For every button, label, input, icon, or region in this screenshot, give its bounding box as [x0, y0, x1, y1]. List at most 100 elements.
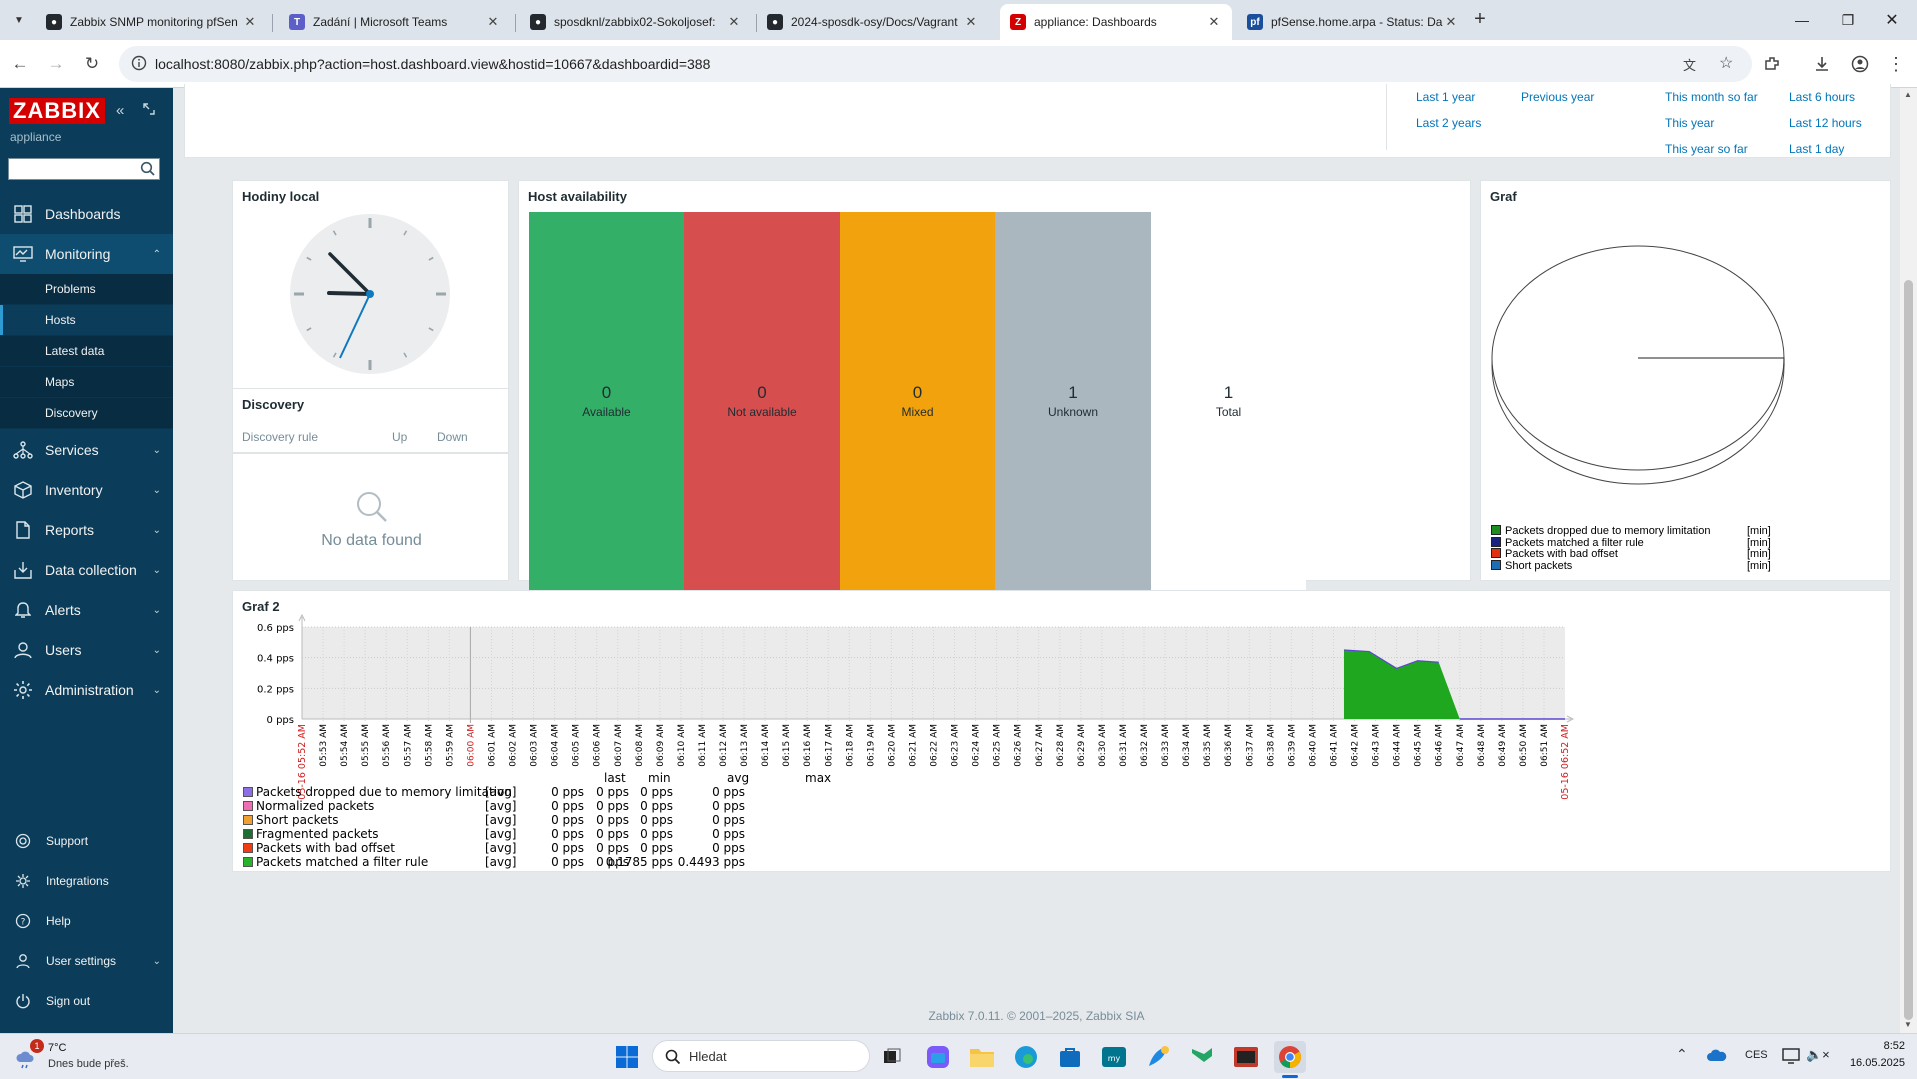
menu-monitoring[interactable]: Monitoring ⌃	[0, 234, 173, 274]
download-icon[interactable]	[1810, 52, 1834, 76]
period-last-1-day[interactable]: Last 1 day	[1789, 142, 1844, 156]
submenu-discovery[interactable]: Discovery	[0, 398, 173, 429]
availability-not-available[interactable]: 0 Not available	[684, 212, 840, 590]
chrome-icon[interactable]	[1274, 1041, 1306, 1073]
collapse-sidebar-icon[interactable]: «	[116, 102, 124, 119]
address-bar[interactable]: localhost:8080/zabbix.php?action=host.da…	[119, 46, 1752, 82]
mysql-workbench-icon[interactable]: my	[1098, 1041, 1130, 1073]
close-tab-icon[interactable]: ✕	[1206, 14, 1222, 30]
edge-icon[interactable]	[1010, 1041, 1042, 1073]
menu-integrations[interactable]: Integrations	[0, 861, 173, 901]
page-scrollbar[interactable]: ▲ ▼	[1900, 88, 1917, 1033]
profile-icon[interactable]	[1848, 52, 1872, 76]
close-tab-icon[interactable]: ✕	[726, 14, 742, 30]
browser-tab[interactable]: pf pfSense.home.arpa - Status: Da ✕	[1237, 4, 1469, 40]
scrollbar-thumb[interactable]	[1904, 280, 1913, 1020]
file-explorer-icon[interactable]	[966, 1041, 998, 1073]
menu-user-settings[interactable]: User settings ⌄	[0, 941, 173, 981]
close-tab-icon[interactable]: ✕	[242, 14, 258, 30]
availability-mixed[interactable]: 0 Mixed	[840, 212, 995, 590]
office-app-icon[interactable]	[922, 1041, 954, 1073]
availability-total[interactable]: 1 Total	[1151, 212, 1306, 590]
volume-muted-icon[interactable]: 🔈×	[1806, 1047, 1830, 1063]
availability-available[interactable]: 0 Available	[529, 212, 684, 590]
menu-support[interactable]: Support	[0, 821, 173, 861]
network-icon[interactable]	[1782, 1048, 1800, 1064]
browser-tab[interactable]: T Zadání | Microsoft Teams ✕	[279, 4, 511, 40]
zabbix-logo[interactable]: ZABBIX	[9, 98, 105, 124]
period-last-6-hours[interactable]: Last 6 hours	[1789, 90, 1855, 104]
weather-widget[interactable]: 1 7°C Dnes bude přeš.	[10, 1038, 180, 1076]
language-indicator[interactable]: CES	[1745, 1049, 1768, 1061]
browser-menu-icon[interactable]: ⋮	[1884, 52, 1908, 76]
browser-tab[interactable]: ● Zabbix SNMP monitoring pfSen ✕	[36, 4, 268, 40]
browser-tab[interactable]: Zappliance: Dashboards ✕	[1000, 4, 1232, 40]
menu-dashboards[interactable]: Dashboards	[0, 194, 173, 234]
column-discovery-rule[interactable]: Discovery rule	[242, 430, 318, 444]
label: Mixed	[901, 405, 934, 419]
menu-sign-out[interactable]: Sign out	[0, 981, 173, 1021]
clock-time[interactable]: 8:52	[1845, 1040, 1905, 1052]
menu-inventory[interactable]: Inventory ⌄	[0, 470, 173, 510]
extensions-icon[interactable]	[1760, 52, 1784, 76]
support-icon	[12, 833, 34, 849]
pie-legend-item: Packets dropped due to memory limitation…	[1491, 525, 1771, 537]
clock-date[interactable]: 16.05.2025	[1835, 1057, 1905, 1069]
terminal-app-icon[interactable]	[1230, 1041, 1262, 1073]
tab-search-button[interactable]: ▼	[8, 9, 30, 31]
submenu-hosts[interactable]: Hosts	[0, 305, 173, 336]
period-last-1-year[interactable]: Last 1 year	[1416, 90, 1475, 104]
kiosk-mode-icon[interactable]	[142, 102, 156, 116]
browser-tab[interactable]: ● 2024-sposdk-osy/Docs/Vagrant ✕	[757, 4, 989, 40]
taskbar-search[interactable]: Hledat	[652, 1040, 870, 1072]
menu-administration[interactable]: Administration ⌄	[0, 670, 173, 710]
bookmark-star-icon[interactable]: ☆	[1719, 53, 1733, 73]
search-icon[interactable]	[140, 161, 156, 177]
browser-tab[interactable]: ● sposdknl/zabbix02-Sokoljosef: ✕	[520, 4, 752, 40]
close-window-icon[interactable]: ✕	[1880, 8, 1904, 32]
tray-overflow-icon[interactable]: ⌃	[1676, 1046, 1688, 1063]
period-previous-year[interactable]: Previous year	[1521, 90, 1594, 104]
store-icon[interactable]	[1054, 1041, 1086, 1073]
menu-services[interactable]: Services ⌄	[0, 430, 173, 470]
period-last-12-hours[interactable]: Last 12 hours	[1789, 116, 1862, 130]
menu-data-collection[interactable]: Data collection ⌄	[0, 550, 173, 590]
close-tab-icon[interactable]: ✕	[963, 14, 979, 30]
submenu-latest-data[interactable]: Latest data	[0, 336, 173, 367]
period-this-month-so-far[interactable]: This month so far	[1665, 90, 1758, 104]
scroll-up-icon[interactable]: ▲	[1904, 90, 1912, 99]
vs-code-icon[interactable]	[1186, 1041, 1218, 1073]
period-this-year-so-far[interactable]: This year so far	[1665, 142, 1748, 156]
chevron-down-icon: ⌄	[152, 644, 161, 656]
back-icon[interactable]: ←	[8, 52, 32, 76]
scroll-down-icon[interactable]: ▼	[1904, 1020, 1912, 1029]
period-this-year[interactable]: This year	[1665, 116, 1714, 130]
menu-alerts[interactable]: Alerts ⌄	[0, 590, 173, 630]
period-last-2-years[interactable]: Last 2 years	[1416, 116, 1481, 130]
onedrive-icon[interactable]	[1707, 1048, 1727, 1062]
legend-swatch	[1491, 548, 1501, 558]
task-view-icon[interactable]	[876, 1041, 908, 1073]
feather-app-icon[interactable]	[1142, 1041, 1174, 1073]
submenu-maps[interactable]: Maps	[0, 367, 173, 398]
availability-unknown[interactable]: 1 Unknown	[995, 212, 1151, 590]
column-down[interactable]: Down	[437, 430, 468, 444]
sidebar-search-input[interactable]	[8, 158, 160, 180]
forward-icon[interactable]: →	[44, 52, 68, 76]
graf-widget: Graf Value: 0 pps (0%)Value: 0 pps (0%)V…	[1480, 180, 1917, 581]
translate-icon[interactable]: 文	[1683, 55, 1696, 74]
windows-start-icon[interactable]	[611, 1041, 643, 1073]
submenu-problems[interactable]: Problems	[0, 274, 173, 305]
y-tick-label: 0.4 pps	[257, 654, 294, 665]
site-info-icon[interactable]	[131, 55, 147, 71]
menu-help[interactable]: ? Help	[0, 901, 173, 941]
menu-reports[interactable]: Reports ⌄	[0, 510, 173, 550]
new-tab-button[interactable]: +	[1468, 8, 1492, 32]
close-tab-icon[interactable]: ✕	[485, 14, 501, 30]
column-up[interactable]: Up	[392, 430, 407, 444]
restore-icon[interactable]: ❐	[1836, 8, 1860, 32]
close-tab-icon[interactable]: ✕	[1443, 14, 1459, 30]
menu-users[interactable]: Users ⌄	[0, 630, 173, 670]
minimize-icon[interactable]: —	[1790, 8, 1814, 32]
reload-icon[interactable]: ↻	[80, 52, 104, 76]
